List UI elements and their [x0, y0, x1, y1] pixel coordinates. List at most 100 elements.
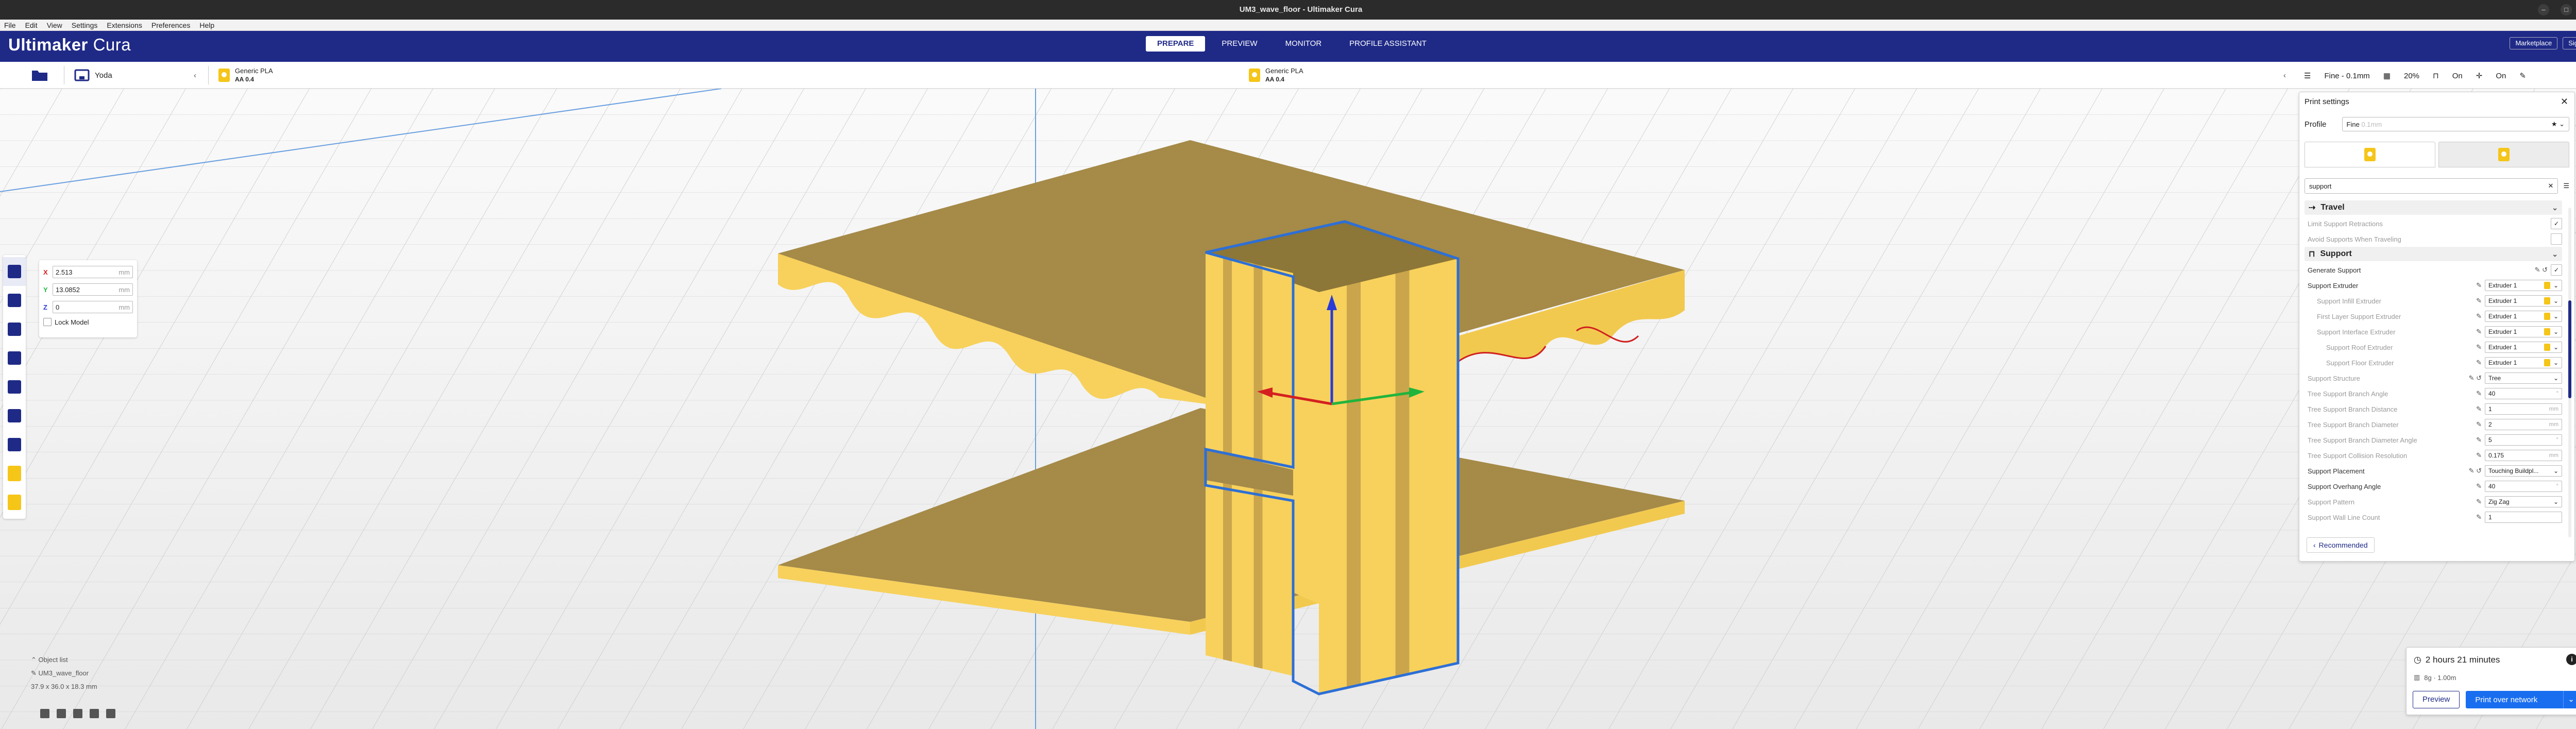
setting-select[interactable]: Touching Buildpl... ⌄	[2485, 465, 2562, 477]
setting-select[interactable]: Extruder 1 ⌄	[2485, 342, 2562, 353]
3d-viewport[interactable]	[0, 89, 2576, 729]
setting-row[interactable]: Tree Support Branch Diameter ✎ 2 mm	[2304, 417, 2562, 432]
extruder-tab-2[interactable]	[2438, 142, 2569, 167]
setting-checkbox[interactable]	[2551, 233, 2562, 245]
profile-select[interactable]: Fine 0.1mm ★ ⌄	[2342, 117, 2569, 131]
menu-settings[interactable]: Settings	[72, 20, 98, 30]
setting-row[interactable]: First Layer Support Extruder ✎ Extruder 1 ⌄	[2304, 309, 2562, 324]
setting-row[interactable]: Support Extruder ✎ Extruder 1 ⌄	[2304, 278, 2562, 293]
setting-select[interactable]: Extruder 1 ⌄	[2485, 295, 2562, 307]
setting-row[interactable]: Generate Support ✎ ↺ ✓	[2304, 262, 2562, 278]
x-position-field[interactable]: 2.513 mm	[53, 266, 133, 278]
app-logo: Ultimaker Cura	[8, 35, 131, 54]
maximize-button[interactable]: □	[2561, 4, 2572, 15]
setting-number[interactable]: 1	[2485, 512, 2562, 523]
view-front-icon[interactable]	[57, 709, 66, 718]
marketplace-button[interactable]: Marketplace	[2510, 37, 2558, 49]
print-over-network-button[interactable]: Print over network ⌄	[2466, 691, 2576, 708]
settings-menu-icon[interactable]: ☰	[2563, 182, 2569, 190]
mirror-tool[interactable]	[3, 344, 26, 372]
settings-search-input[interactable]: support ✕	[2304, 178, 2558, 194]
menu-file[interactable]: File	[4, 20, 16, 30]
menu-edit[interactable]: Edit	[25, 20, 38, 30]
setting-select[interactable]: Tree ⌄	[2485, 372, 2562, 384]
category-support[interactable]: ⊓ Support ⌄	[2304, 247, 2562, 261]
minimize-button[interactable]: –	[2538, 4, 2549, 15]
setting-select[interactable]: Extruder 1 ⌄	[2485, 311, 2562, 322]
setting-row[interactable]: Support Structure ✎ ↺ Tree ⌄	[2304, 370, 2562, 386]
settings-scrollbar-thumb[interactable]	[2568, 300, 2571, 398]
recommended-button[interactable]: ‹ Recommended	[2307, 537, 2375, 553]
tab-preview[interactable]: PREVIEW	[1210, 36, 1268, 52]
setting-number[interactable]: 0.175 mm	[2485, 450, 2562, 461]
collapse-left-icon[interactable]: ‹	[194, 62, 196, 89]
view-right-icon[interactable]	[106, 709, 115, 718]
lock-model-checkbox[interactable]	[43, 318, 52, 326]
setting-row[interactable]: Limit Support Retractions ✓	[2304, 216, 2562, 231]
setting-number[interactable]: 40 °	[2485, 481, 2562, 492]
setting-select[interactable]: Zig Zag ⌄	[2485, 496, 2562, 507]
setting-number[interactable]: 40 °	[2485, 388, 2562, 399]
preview-button[interactable]: Preview	[2413, 691, 2460, 708]
view-3d-icon[interactable]	[40, 709, 49, 718]
setting-select[interactable]: Extruder 1 ⌄	[2485, 280, 2562, 291]
setting-row[interactable]: Support Placement ✎ ↺ Touching Buildpl... ⌄	[2304, 463, 2562, 479]
menu-preferences[interactable]: Preferences	[151, 20, 190, 30]
setting-row[interactable]: Support Infill Extruder ✎ Extruder 1 ⌄	[2304, 293, 2562, 309]
setting-row[interactable]: Support Interface Extruder ✎ Extruder 1 ⌄	[2304, 324, 2562, 340]
setting-select[interactable]: Extruder 1 ⌄	[2485, 357, 2562, 368]
setting-row[interactable]: Support Pattern ✎ Zig Zag ⌄	[2304, 494, 2562, 510]
extruder-tab-1[interactable]	[2304, 142, 2435, 167]
close-icon[interactable]: ✕	[2561, 96, 2568, 107]
chevron-down-icon[interactable]: ⌄	[2563, 691, 2576, 708]
z-position-field[interactable]: 0 mm	[53, 301, 133, 313]
extruder-1-tool[interactable]	[3, 459, 26, 488]
view-left-icon[interactable]	[90, 709, 99, 718]
setting-number[interactable]: 2 mm	[2485, 419, 2562, 430]
tab-profile-assistant[interactable]: PROFILE ASSISTANT	[1338, 36, 1438, 52]
print-setup-summary[interactable]: ☰ Fine - 0.1mm ▦ 20% ⊓ On ✛ On ✎	[2299, 65, 2562, 87]
setting-row[interactable]: Tree Support Branch Diameter Angle ✎ 5 °	[2304, 432, 2562, 448]
setting-select[interactable]: Extruder 1 ⌄	[2485, 326, 2562, 337]
setting-row[interactable]: Avoid Supports When Traveling	[2304, 231, 2562, 247]
support-blocker-tool[interactable]	[3, 401, 26, 430]
rotate-tool[interactable]	[3, 315, 26, 344]
scale-tool[interactable]	[3, 286, 26, 315]
setting-number[interactable]: 5 °	[2485, 434, 2562, 446]
collapse-right-icon[interactable]: ‹	[2283, 62, 2286, 89]
category-travel[interactable]: ⇢ Travel ⌄	[2304, 200, 2562, 215]
info-icon[interactable]: i	[2566, 654, 2576, 665]
object-list-toggle[interactable]: ⌃ Object list	[31, 653, 97, 667]
menu-extensions[interactable]: Extensions	[107, 20, 142, 30]
menu-view[interactable]: View	[47, 20, 62, 30]
open-file-button[interactable]	[31, 62, 48, 89]
move-tool[interactable]	[3, 257, 26, 286]
setting-checkbox[interactable]: ✓	[2551, 264, 2562, 276]
menu-help[interactable]: Help	[199, 20, 214, 30]
stage-tabs: PREPARE PREVIEW MONITOR PROFILE ASSISTAN…	[1146, 36, 1438, 52]
material-name: Generic PLA	[1265, 67, 1303, 75]
signin-button[interactable]: Sign in	[2563, 37, 2576, 49]
setting-row[interactable]: Tree Support Branch Distance ✎ 1 mm	[2304, 401, 2562, 417]
setting-row[interactable]: Support Overhang Angle ✎ 40 °	[2304, 479, 2562, 494]
setting-row[interactable]: Support Roof Extruder ✎ Extruder 1 ⌄	[2304, 340, 2562, 355]
object-row[interactable]: ✎ UM3_wave_floor	[31, 667, 97, 680]
clear-search-icon[interactable]: ✕	[2548, 182, 2553, 190]
printer-selector[interactable]: Yoda	[74, 62, 112, 89]
extruder1-material[interactable]: Generic PLA AA 0.4	[218, 62, 273, 89]
build-plate-scene[interactable]	[0, 89, 2576, 729]
extruder-2-tool[interactable]	[3, 488, 26, 517]
tab-monitor[interactable]: MONITOR	[1274, 36, 1333, 52]
y-position-field[interactable]: 13.0852 mm	[53, 283, 133, 296]
setting-row[interactable]: Tree Support Collision Resolution ✎ 0.175 m…	[2304, 448, 2562, 463]
setting-row[interactable]: Support Floor Extruder ✎ Extruder 1 ⌄	[2304, 355, 2562, 370]
setting-number[interactable]: 1 mm	[2485, 403, 2562, 415]
setting-row[interactable]: Support Wall Line Count ✎ 1	[2304, 510, 2562, 525]
tree-support-tool[interactable]	[3, 430, 26, 459]
per-model-settings-tool[interactable]	[3, 372, 26, 401]
view-top-icon[interactable]	[73, 709, 82, 718]
setting-checkbox[interactable]: ✓	[2551, 218, 2562, 229]
tab-prepare[interactable]: PREPARE	[1146, 36, 1206, 52]
setting-row[interactable]: Tree Support Branch Angle ✎ 40 °	[2304, 386, 2562, 401]
extruder2-material[interactable]: Generic PLA AA 0.4	[1249, 62, 1303, 89]
